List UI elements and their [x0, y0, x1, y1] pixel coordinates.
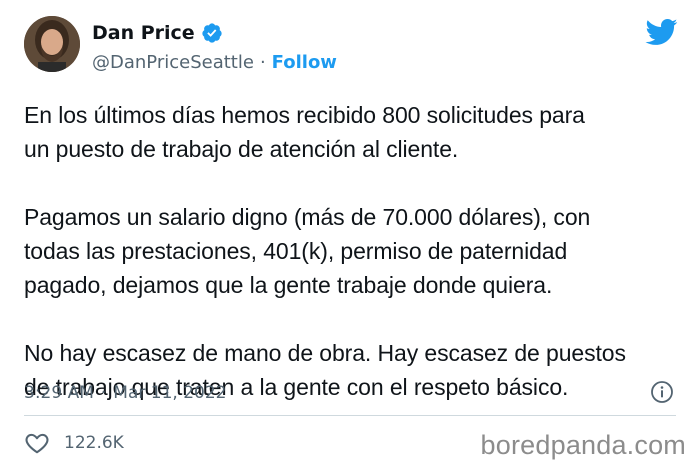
watermark: boredpanda.com	[480, 430, 686, 460]
tweet-date: Mar 11, 2022	[113, 383, 227, 403]
like-count: 122.6K	[64, 433, 124, 453]
tweet-paragraph: En los últimos días hemos recibido 800 s…	[24, 102, 585, 162]
tweet-text: En los últimos días hemos recibido 800 s…	[24, 98, 692, 404]
author-name-row: Dan Price	[92, 20, 223, 46]
like-button[interactable]: 122.6K	[24, 428, 124, 458]
timestamp-separator: ·	[100, 383, 107, 403]
tweet-card: Dan Price @DanPriceSeattle · Follow En l…	[0, 0, 700, 471]
tweet-time: 3:29 AM	[24, 383, 94, 403]
heart-icon	[25, 433, 49, 454]
verified-badge-icon	[202, 23, 222, 43]
tweet-timestamp[interactable]: 3:29 AM · Mar 11, 2022	[24, 380, 226, 406]
twitter-bird-icon[interactable]	[644, 18, 678, 46]
avatar-image	[24, 16, 80, 72]
author-handle-row: @DanPriceSeattle · Follow	[92, 49, 337, 75]
handle-separator: ·	[259, 51, 266, 73]
avatar[interactable]	[24, 16, 80, 72]
author-display-name[interactable]: Dan Price	[92, 22, 195, 44]
tweet-paragraph: Pagamos un salario digno (más de 70.000 …	[24, 204, 591, 298]
info-icon[interactable]	[650, 380, 674, 404]
divider	[24, 415, 676, 416]
follow-button[interactable]: Follow	[272, 52, 337, 73]
author-handle[interactable]: @DanPriceSeattle	[92, 52, 254, 73]
